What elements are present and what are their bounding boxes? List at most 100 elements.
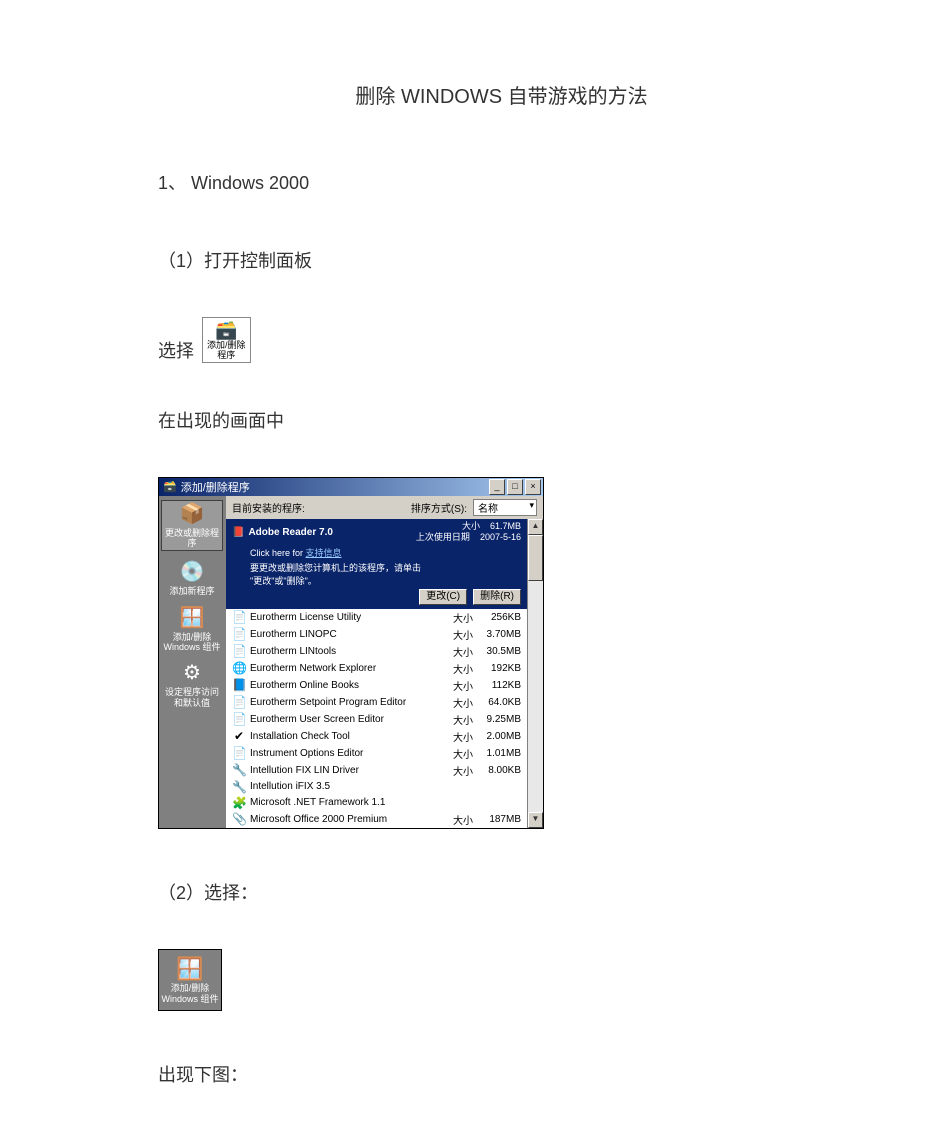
- app-icon: 🌐: [232, 661, 246, 675]
- windows-icon: 🪟: [161, 956, 219, 981]
- list-item[interactable]: 📄 Eurotherm LINtools大小30.5MB: [226, 643, 527, 660]
- support-link[interactable]: 支持信息: [306, 548, 342, 558]
- titlebar[interactable]: 🗃️ 添加/删除程序 _ □ ×: [159, 478, 543, 496]
- program-name: Microsoft .NET Framework 1.1: [250, 797, 445, 808]
- list-item[interactable]: 🔧Intellution iFIX 3.5: [226, 779, 527, 795]
- page-title: 删除 WINDOWS 自带游戏的方法: [158, 80, 845, 109]
- list-item[interactable]: 🧩 Microsoft .NET Framework 1.1: [226, 795, 527, 811]
- sort-label: 排序方式(S):: [411, 500, 467, 515]
- adobe-icon: 📕: [232, 527, 244, 538]
- size-col-label: 大小: [445, 661, 473, 676]
- size-col-label: 大小: [445, 763, 473, 778]
- list-item[interactable]: 📄Eurotherm LINOPC大小3.70MB: [226, 626, 527, 643]
- app-icon: 🔧: [232, 780, 246, 794]
- program-name: Eurotherm LINOPC: [250, 629, 445, 640]
- maximize-button[interactable]: □: [507, 479, 523, 495]
- program-name: Eurotherm User Screen Editor: [250, 714, 445, 725]
- sidebar-item-label: 更改或删除程 序: [165, 528, 219, 548]
- size-value: 3.70MB: [473, 629, 521, 640]
- sidebar-item-defaults[interactable]: ⚙ 设定程序访问 和默认值: [161, 662, 223, 708]
- app-icon: 🔧: [232, 763, 246, 777]
- choose-line: 选择 🗃️ 添加/删除 程序: [158, 317, 845, 363]
- list-item[interactable]: 📄 Instrument Options Editor大小1.01MB: [226, 745, 527, 762]
- sidebar-item-label: 添加/删除 Windows 组件: [163, 632, 220, 652]
- size-value: 256KB: [473, 612, 521, 623]
- scroll-up-button[interactable]: ▲: [528, 519, 543, 535]
- next-text: 出现下图：: [158, 1061, 845, 1087]
- add-remove-programs-icon: 🗃️ 添加/删除 程序: [202, 317, 251, 363]
- scroll-track[interactable]: [528, 535, 543, 812]
- sidebar-item-change-remove[interactable]: 📦 更改或删除程 序: [161, 500, 223, 552]
- left-sidebar: 📦 更改或删除程 序 💿 添加新程序 🪟 添加/删除 Windows 组件 ⚙ …: [159, 496, 225, 828]
- minimize-button[interactable]: _: [489, 479, 505, 495]
- program-name: Installation Check Tool: [250, 731, 445, 742]
- program-name: Eurotherm License Utility: [250, 612, 445, 623]
- sidebar-item-label: 设定程序访问 和默认值: [165, 687, 219, 707]
- list-item[interactable]: 📘Eurotherm Online Books大小112KB: [226, 677, 527, 694]
- click-here: Click here for: [250, 548, 303, 558]
- list-item[interactable]: 📄Eurotherm User Screen Editor大小9.25MB: [226, 711, 527, 728]
- app-icon: 🧩: [232, 796, 246, 810]
- step-1: （1）打开控制面板: [158, 247, 845, 273]
- size-col-label: 大小: [445, 812, 473, 827]
- scroll-down-button[interactable]: ▼: [528, 812, 543, 828]
- section-heading: 1、 Windows 2000: [158, 169, 845, 195]
- list-item[interactable]: 🌐Eurotherm Network Explorer大小192KB: [226, 660, 527, 677]
- sort-select[interactable]: 名称: [473, 499, 537, 516]
- close-button[interactable]: ×: [525, 479, 541, 495]
- thumb-label: 添加/删除 Windows 组件: [161, 983, 218, 1003]
- installed-programs-label: 目前安装的程序:: [232, 500, 305, 515]
- list-item[interactable]: 📄Eurotherm Setpoint Program Editor大小64.0…: [226, 694, 527, 711]
- app-icon: 📄: [232, 695, 246, 709]
- remove-button[interactable]: 删除(R): [473, 589, 521, 605]
- box-icon: 🗃️: [207, 321, 246, 341]
- program-list: 📕 Adobe Reader 7.0 大小 61.7MB: [226, 519, 527, 828]
- app-icon: ✔: [232, 729, 246, 743]
- hint-text: 要更改或删除您计算机上的该程序，请单击 "更改"或"删除"。: [250, 561, 521, 587]
- list-item[interactable]: 📄Eurotherm License Utility大小256KB: [226, 609, 527, 626]
- size-lbl: 大小: [462, 521, 480, 531]
- size-value: 112KB: [473, 680, 521, 691]
- add-remove-programs-window: 🗃️ 添加/删除程序 _ □ × 📦 更改或删除程 序 💿 添加新程序: [158, 477, 544, 829]
- size-col-label: 大小: [445, 729, 473, 744]
- selected-program[interactable]: 📕 Adobe Reader 7.0 大小 61.7MB: [226, 519, 527, 609]
- program-name: Intellution FIX LIN Driver: [250, 765, 445, 776]
- app-icon: 🗃️: [163, 480, 177, 493]
- program-name: Instrument Options Editor: [250, 748, 445, 759]
- cp-icon-label: 添加/删除 程序: [207, 340, 246, 360]
- app-icon: 📘: [232, 678, 246, 692]
- box-icon: 📦: [163, 503, 221, 526]
- size-value: 192KB: [473, 663, 521, 674]
- gear-icon: ⚙: [161, 662, 223, 685]
- change-button[interactable]: 更改(C): [419, 589, 467, 605]
- size-col-label: 大小: [445, 610, 473, 625]
- app-icon: 📄: [232, 644, 246, 658]
- sidebar-item-add-new[interactable]: 💿 添加新程序: [161, 561, 223, 596]
- size-col-label: 大小: [445, 678, 473, 693]
- list-item[interactable]: 📎Microsoft Office 2000 Premium大小187MB: [226, 811, 527, 828]
- size-col-label: 大小: [445, 644, 473, 659]
- sidebar-item-windows-components[interactable]: 🪟 添加/删除 Windows 组件: [161, 607, 223, 653]
- vertical-scrollbar[interactable]: ▲ ▼: [527, 519, 543, 828]
- content-area: 目前安装的程序: 排序方式(S): 名称 📕 Adobe Reader 7.0: [225, 496, 543, 828]
- size-value: 64.0KB: [473, 697, 521, 708]
- app-icon: 📄: [232, 746, 246, 760]
- size-value: 2.00MB: [473, 731, 521, 742]
- size-val: 61.7MB: [490, 521, 521, 531]
- content-header: 目前安装的程序: 排序方式(S): 名称: [226, 496, 543, 519]
- size-col-label: 大小: [445, 746, 473, 761]
- app-icon: 📄: [232, 627, 246, 641]
- size-value: 30.5MB: [473, 646, 521, 657]
- list-item[interactable]: 🔧Intellution FIX LIN Driver大小8.00KB: [226, 762, 527, 779]
- list-item[interactable]: ✔ Installation Check Tool大小2.00MB: [226, 728, 527, 745]
- size-value: 187MB: [473, 814, 521, 825]
- step-2: （2）选择：: [158, 879, 845, 905]
- program-name: Eurotherm Setpoint Program Editor: [250, 697, 445, 708]
- app-icon: 📎: [232, 812, 246, 826]
- size-value: 1.01MB: [473, 748, 521, 759]
- scroll-thumb[interactable]: [528, 535, 543, 581]
- program-name: Eurotherm LINtools: [250, 646, 445, 657]
- cd-icon: 💿: [161, 561, 223, 584]
- used-val: 2007-5-16: [480, 532, 521, 542]
- choose-word: 选择: [158, 337, 194, 363]
